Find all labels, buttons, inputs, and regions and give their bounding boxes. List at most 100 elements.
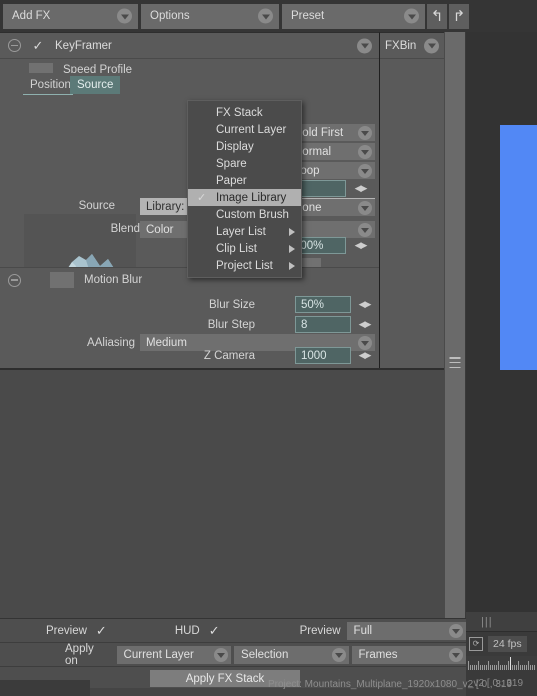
z-camera-label: Z Camera (203, 350, 255, 362)
menu-item-clip-list[interactable]: Clip List (188, 240, 301, 257)
collapse-icon[interactable] (8, 39, 21, 52)
chevron-down-icon[interactable] (358, 222, 372, 237)
top-toolbar: Add FX Options Preset ↰ ↱ (0, 0, 537, 32)
menu-item-current-layer[interactable]: Current Layer (188, 121, 301, 138)
ruler-tick (474, 665, 475, 670)
redo-icon[interactable]: ↱ (449, 3, 469, 29)
chevron-down-icon[interactable] (449, 647, 463, 662)
fxbin-label: FXBin (385, 39, 417, 52)
chevron-down-icon[interactable] (358, 163, 372, 178)
blur-size-label: Blur Size (208, 299, 255, 311)
preview-quality-label: Preview (299, 624, 341, 637)
motion-blur-checkbox[interactable] (50, 272, 74, 288)
playhead-icon[interactable] (510, 657, 511, 670)
z-camera-field[interactable]: 1000 (295, 347, 351, 364)
collapse-icon[interactable] (8, 273, 21, 287)
hud-label: HUD (174, 624, 200, 637)
preview-quality-dropdown[interactable]: Full (346, 621, 466, 640)
chevron-down-icon[interactable] (358, 125, 372, 140)
chevron-down-icon[interactable] (358, 144, 372, 159)
options-dropdown[interactable]: Options (141, 3, 279, 29)
fps-label[interactable]: 24 fps (488, 635, 527, 652)
blur-step-value: 8 (301, 318, 308, 331)
ruler-tick (508, 661, 509, 670)
keyframer-row[interactable]: ✓ KeyFramer (0, 33, 379, 59)
hud-checkbox[interactable]: ✓ (209, 624, 220, 637)
blur-size-value: 50% (301, 298, 325, 311)
menu-item-label: FX Stack (216, 106, 263, 119)
check-icon[interactable]: ✓ (30, 39, 46, 52)
empty-canvas-area (0, 370, 444, 618)
tab-source[interactable]: Source (70, 76, 121, 94)
chevron-down-icon[interactable] (404, 8, 419, 24)
aaliasing-label: AAliasing (87, 337, 135, 349)
blur-size-spinner[interactable]: ◀▶ (356, 296, 373, 312)
preview-checkbox[interactable]: ✓ (96, 624, 107, 637)
source-context-menu[interactable]: FX Stack Current Layer Display Spare Paper ✓ I… (187, 100, 302, 278)
ruler-tick (520, 665, 521, 670)
menu-item-label: Image Library (216, 191, 287, 204)
fxbin-column: FXBin (379, 32, 444, 370)
menu-item-spare[interactable]: Spare (188, 155, 301, 172)
ruler-tick (516, 665, 517, 670)
blur-size-field[interactable]: 50% (295, 296, 351, 313)
menu-item-custom-brush[interactable]: Custom Brush (188, 206, 301, 223)
menu-item-fx-stack[interactable]: FX Stack (188, 104, 301, 121)
chevron-down-icon[interactable] (258, 8, 273, 24)
chevron-down-icon[interactable] (214, 647, 229, 662)
menu-item-project-list[interactable]: Project List (188, 257, 301, 274)
motion-blur-fields: Blur Size 50% ◀▶ Blur Step 8 ◀▶ AAliasin… (0, 292, 379, 370)
z-camera-spinner[interactable]: ◀▶ (356, 347, 373, 363)
menu-item-display[interactable]: Display (188, 138, 301, 155)
ruler-tick (498, 661, 499, 670)
add-fx-dropdown[interactable]: Add FX (3, 3, 138, 29)
motion-blur-label: Motion Blur (84, 274, 143, 286)
chevron-down-icon[interactable] (449, 623, 463, 638)
ruler-tick (530, 665, 531, 670)
blur-step-spinner[interactable]: ◀▶ (356, 316, 373, 332)
timeline-header: ||| (466, 612, 537, 632)
preset-dropdown[interactable]: Preset (282, 3, 425, 29)
splitter-grip-icon[interactable] (449, 357, 461, 368)
frames-dropdown[interactable]: Frames (351, 645, 466, 664)
fps-row: ⟳ 24 fps (466, 633, 537, 654)
ruler-tick (524, 665, 525, 670)
menu-item-paper[interactable]: Paper (188, 172, 301, 189)
chevron-down-icon[interactable] (358, 200, 372, 215)
ruler-tick (488, 661, 489, 670)
ruler-tick (468, 661, 469, 670)
ruler-tick (528, 661, 529, 670)
menu-item-label: Clip List (216, 242, 257, 255)
tab-bar: Position Source (0, 73, 379, 95)
keyframer-title: KeyFramer (55, 39, 112, 52)
fxbin-dropdown[interactable]: FXBin (380, 33, 444, 59)
ruler-tick (478, 661, 479, 670)
ruler-tick (482, 665, 483, 670)
blur-step-label: Blur Step (207, 319, 255, 331)
ruler-tick (472, 665, 473, 670)
menu-item-image-library[interactable]: ✓ Image Library (188, 189, 301, 206)
selection-dropdown[interactable]: Selection (234, 645, 349, 664)
blue-selection-bar[interactable] (500, 125, 537, 370)
ruler-tick (522, 665, 523, 670)
chevron-down-icon[interactable] (117, 8, 132, 24)
menu-item-layer-list[interactable]: Layer List (188, 223, 301, 240)
preview-label: Preview (46, 624, 87, 637)
chevron-down-icon[interactable] (357, 38, 372, 53)
loop-icon[interactable]: ⟳ (469, 636, 483, 651)
timeline-ruler[interactable] (466, 656, 537, 670)
apply-on-value: Current Layer (123, 648, 194, 661)
blur-step-field[interactable]: 8 (295, 316, 351, 333)
vertical-splitter[interactable] (444, 32, 466, 672)
undo-icon[interactable]: ↰ (427, 3, 447, 29)
source-field-label: Source (78, 200, 115, 212)
apply-on-dropdown[interactable]: Current Layer (116, 645, 232, 664)
ruler-tick (506, 665, 507, 670)
opacity-spinner[interactable]: ◀▶ (352, 237, 369, 253)
menu-item-label: Custom Brush (216, 208, 289, 221)
chevron-down-icon[interactable] (331, 647, 346, 662)
chevron-down-icon[interactable] (424, 38, 439, 53)
frame-number-spinner[interactable]: ◀▶ (352, 180, 369, 196)
add-fx-label: Add FX (12, 10, 51, 22)
ruler-tick (500, 665, 501, 670)
